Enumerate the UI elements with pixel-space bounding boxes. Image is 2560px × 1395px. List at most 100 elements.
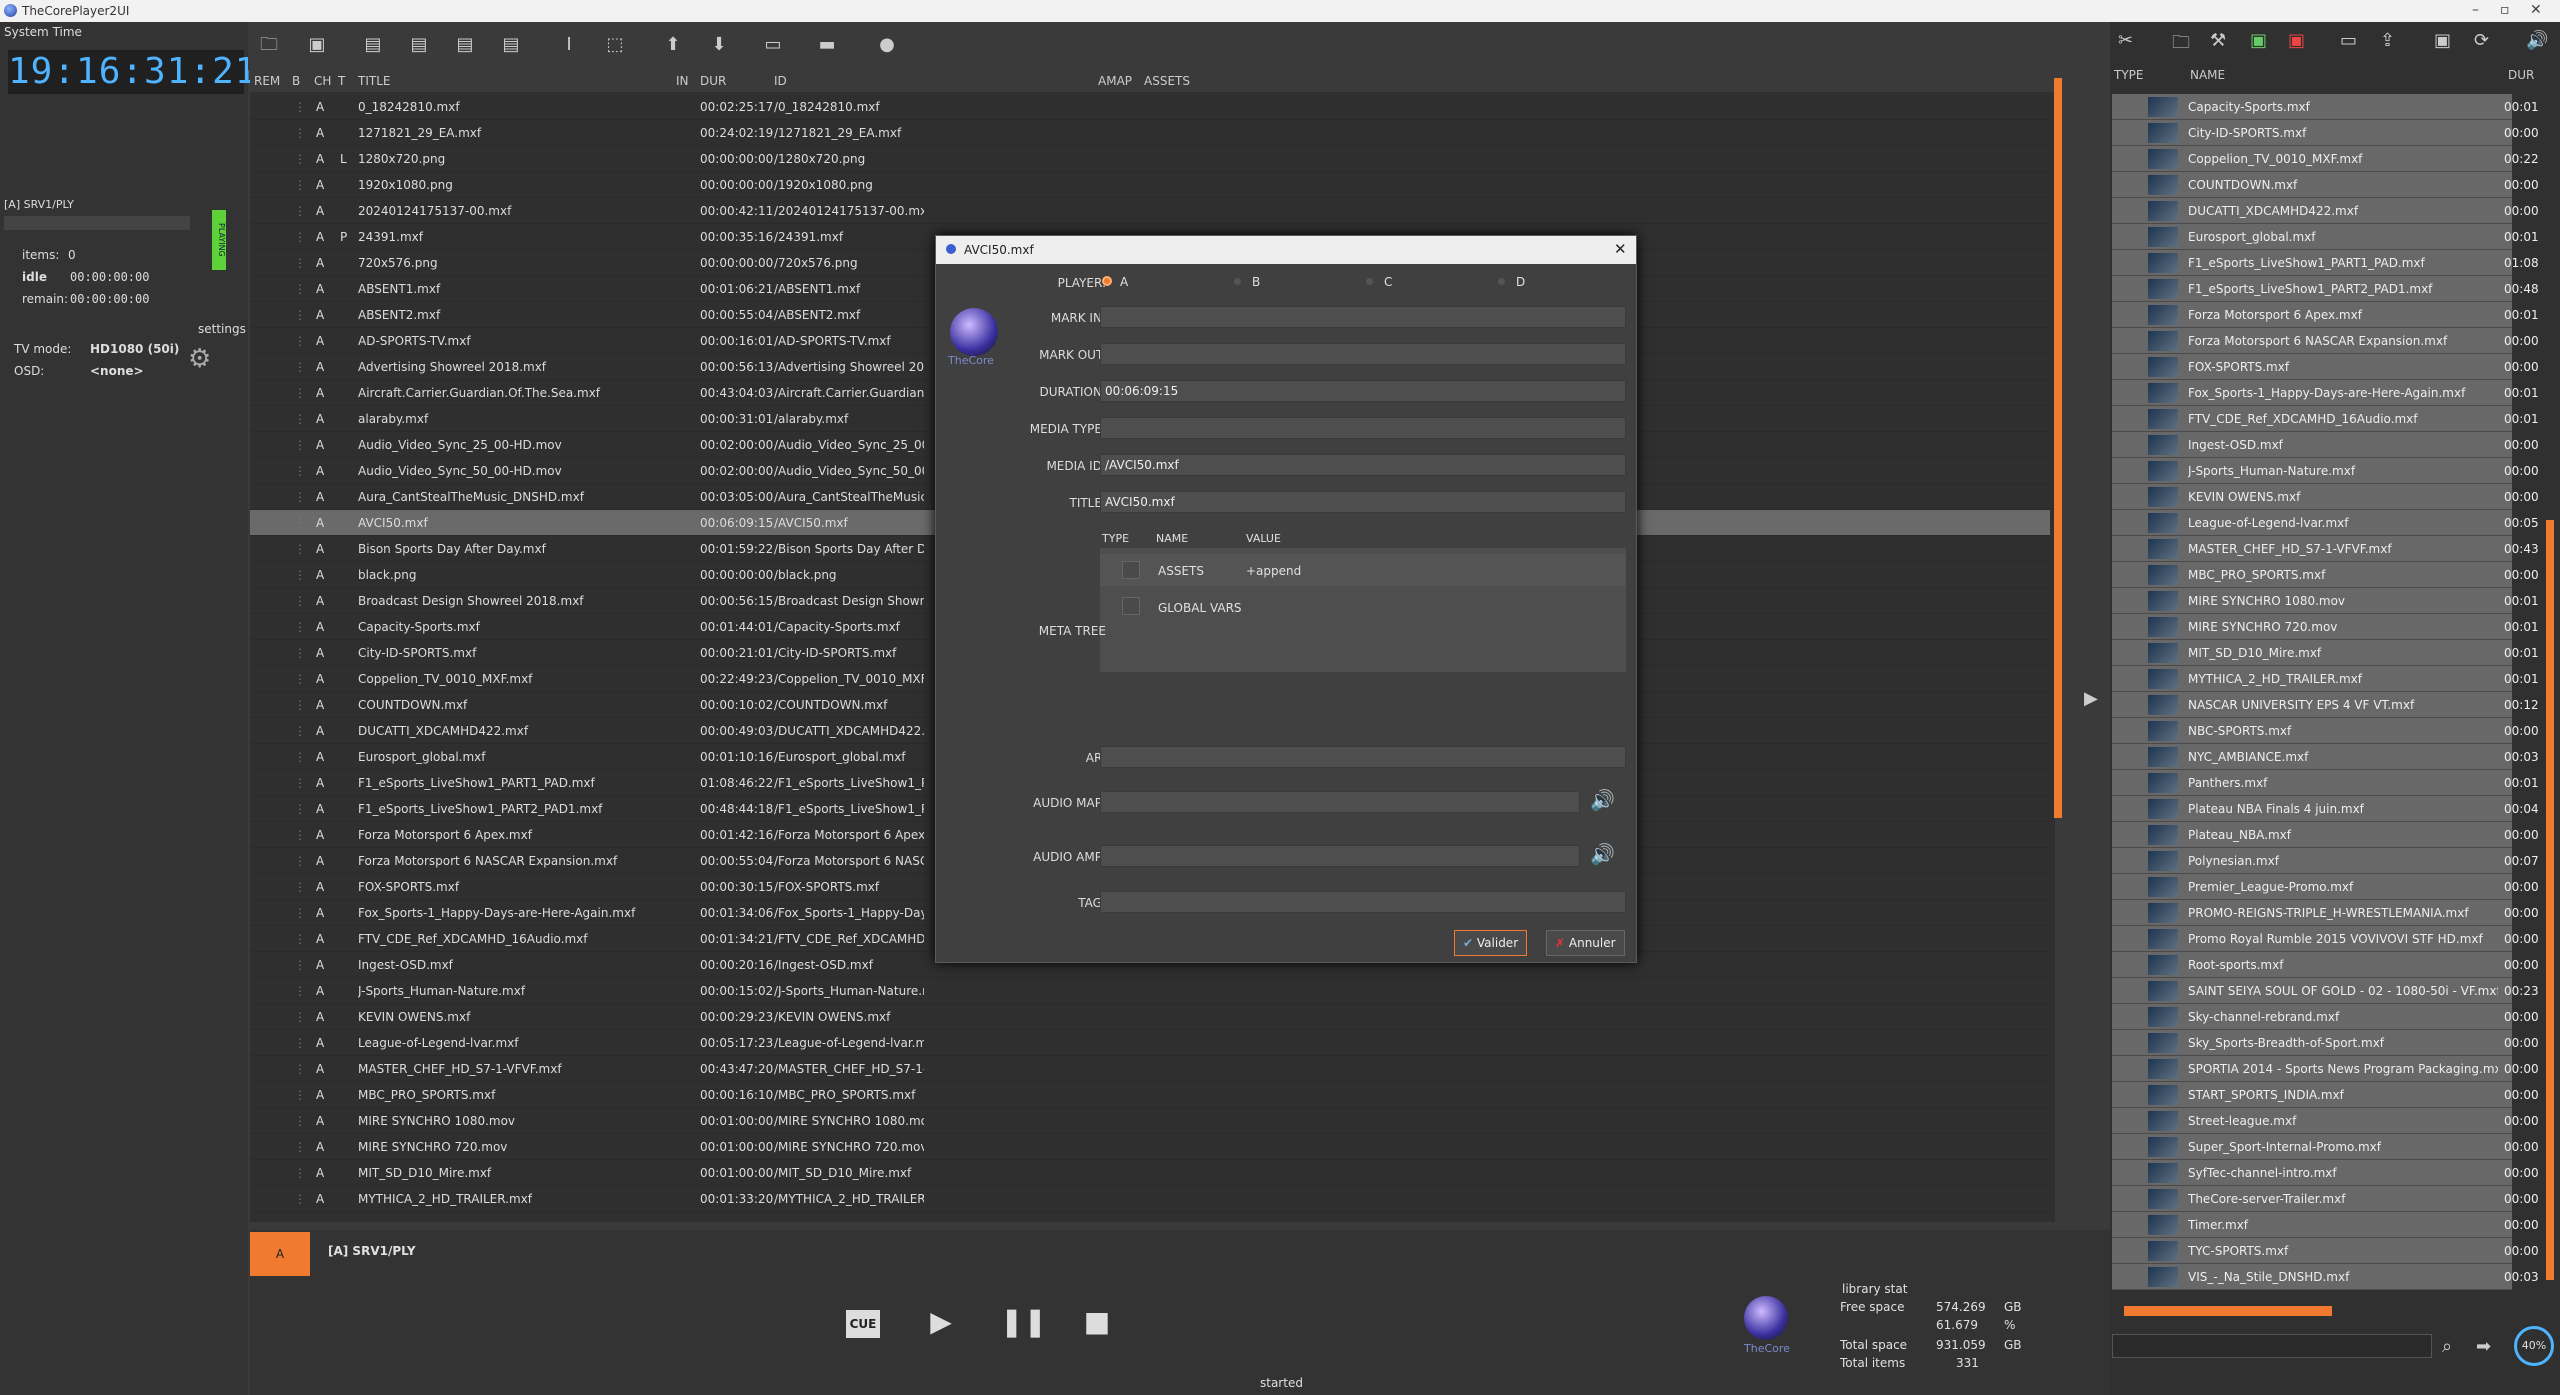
col-id[interactable]: ID <box>774 74 787 88</box>
playlist-row[interactable]: ⋮ A 20240124175137-00.mxf 00:00:42:11/20240… <box>250 198 2050 224</box>
library-row[interactable]: VIS_-_Na_Stile_DNSHD.mxf 00:03 <box>2112 1264 2539 1290</box>
media-type-field[interactable] <box>1100 417 1626 439</box>
tab-a[interactable]: A <box>250 1232 310 1276</box>
library-row[interactable]: Forza Motorsport 6 NASCAR Expansion.mxf 0… <box>2112 328 2539 354</box>
move-up-icon[interactable]: ⬆ <box>660 32 686 58</box>
drag-handle-icon[interactable]: ⋮ <box>294 100 304 114</box>
search-icon[interactable]: ⌕ <box>2442 1336 2452 1357</box>
playlist-row[interactable]: ⋮ A MIT_SD_D10_Mire.mxf 00:01:00:00/MIT_SD_… <box>250 1160 2050 1186</box>
tools-icon[interactable]: ⚒ <box>2210 30 2226 51</box>
library-row[interactable]: MASTER_CHEF_HD_S7-1-VFVF.mxf 00:43 <box>2112 536 2539 562</box>
drag-handle-icon[interactable]: ⋮ <box>294 1088 304 1102</box>
library-row[interactable]: F1_eSports_LiveShow1_PART1_PAD.mxf 01:08 <box>2112 250 2539 276</box>
library-row[interactable]: PROMO-REIGNS-TRIPLE_H-WRESTLEMANIA.mxf 00… <box>2112 900 2539 926</box>
drag-handle-icon[interactable]: ⋮ <box>294 880 304 894</box>
library-row[interactable]: COUNTDOWN.mxf 00:00 <box>2112 172 2539 198</box>
film-add-icon[interactable]: ▤ <box>406 32 432 58</box>
library-row[interactable]: SPORTIA 2014 - Sports News Program Packa… <box>2112 1056 2539 1082</box>
validate-button[interactable]: ✔ Valider <box>1454 930 1528 956</box>
document-icon[interactable]: ▭ <box>760 32 786 58</box>
dialog-close-icon[interactable]: ✕ <box>1614 240 1627 258</box>
folder-icon[interactable]: 🗀 <box>2172 30 2190 60</box>
playlist-row[interactable]: ⋮ A KEVIN OWENS.mxf 00:00:29:23/KEVIN OWENS… <box>250 1004 2050 1030</box>
drag-handle-icon[interactable]: ⋮ <box>294 282 304 296</box>
bulb-icon[interactable]: ● <box>874 32 900 58</box>
drag-handle-icon[interactable]: ⋮ <box>294 1140 304 1154</box>
drag-handle-icon[interactable]: ⋮ <box>294 490 304 504</box>
cancel-button[interactable]: ✗ Annuler <box>1546 930 1625 956</box>
library-row[interactable]: Root-sports.mxf 00:00 <box>2112 952 2539 978</box>
library-row[interactable]: TYC-SPORTS.mxf 00:00 <box>2112 1238 2539 1264</box>
library-row[interactable]: Fox_Sports-1_Happy-Days-are-Here-Again.m… <box>2112 380 2539 406</box>
drag-handle-icon[interactable]: ⋮ <box>294 776 304 790</box>
library-row[interactable]: NASCAR UNIVERSITY EPS 4 VF VT.mxf 00:12 <box>2112 692 2539 718</box>
drag-handle-icon[interactable]: ⋮ <box>294 698 304 712</box>
library-row[interactable]: Super_Sport-Internal-Promo.mxf 00:00 <box>2112 1134 2539 1160</box>
playlist-row[interactable]: ⋮ A MYTHICA_2_HD_TRAILER.mxf 00:01:33:20/MY… <box>250 1186 2050 1212</box>
library-row[interactable]: Promo Royal Rumble 2015 VOVIVOVI STF HD.… <box>2112 926 2539 952</box>
library-row[interactable]: START_SPORTS_INDIA.mxf 00:00 <box>2112 1082 2539 1108</box>
drag-handle-icon[interactable]: ⋮ <box>294 438 304 452</box>
ar-field[interactable] <box>1100 746 1626 768</box>
drag-handle-icon[interactable]: ⋮ <box>294 204 304 218</box>
drag-handle-icon[interactable]: ⋮ <box>294 958 304 972</box>
col-amap[interactable]: AMAP <box>1098 74 1132 88</box>
drag-handle-icon[interactable]: ⋮ <box>294 906 304 920</box>
library-row[interactable]: MIRE SYNCHRO 1080.mov 00:01 <box>2112 588 2539 614</box>
library-row[interactable]: Sky-channel-rebrand.mxf 00:00 <box>2112 1004 2539 1030</box>
library-row[interactable]: Plateau_NBA.mxf 00:00 <box>2112 822 2539 848</box>
arrow-right-icon[interactable]: ➡ <box>2476 1336 2491 1357</box>
drag-handle-icon[interactable]: ⋮ <box>294 646 304 660</box>
drag-handle-icon[interactable]: ⋮ <box>294 230 304 244</box>
drive-icon[interactable]: ▭ <box>2340 30 2357 51</box>
library-row[interactable]: League-of-Legend-lvar.mxf 00:05 <box>2112 510 2539 536</box>
drag-handle-icon[interactable]: ⋮ <box>294 1010 304 1024</box>
audio-map-field[interactable] <box>1100 791 1580 813</box>
col-title[interactable]: TITLE <box>358 74 390 88</box>
playlist-row[interactable]: ⋮ A 1920x1080.png 00:00:00:00/1920x1080.png <box>250 172 2050 198</box>
refresh-icon[interactable]: ⟳ <box>2474 30 2489 51</box>
drag-handle-icon[interactable]: ⋮ <box>294 828 304 842</box>
duration-field[interactable]: 00:06:09:15 <box>1100 380 1626 402</box>
library-row[interactable]: FOX-SPORTS.mxf 00:00 <box>2112 354 2539 380</box>
library-row[interactable]: NBC-SPORTS.mxf 00:00 <box>2112 718 2539 744</box>
library-row[interactable]: Forza Motorsport 6 Apex.mxf 00:01 <box>2112 302 2539 328</box>
tape-icon[interactable]: ▬ <box>814 32 840 58</box>
lib-col-name[interactable]: NAME <box>2190 68 2225 82</box>
drag-handle-icon[interactable]: ⋮ <box>294 308 304 322</box>
drag-handle-icon[interactable]: ⋮ <box>294 802 304 816</box>
title-field[interactable]: AVCI50.mxf <box>1100 491 1626 513</box>
delete-icon[interactable]: ▣ <box>2288 30 2305 51</box>
film-icon[interactable]: ▤ <box>360 32 386 58</box>
drag-handle-icon[interactable]: ⋮ <box>294 724 304 738</box>
cue-button[interactable]: CUE <box>846 1310 880 1338</box>
drag-handle-icon[interactable]: ⋮ <box>294 1036 304 1050</box>
col-t[interactable]: T <box>338 74 345 88</box>
lib-col-dur[interactable]: DUR <box>2508 68 2534 82</box>
playlist-row[interactable]: ⋮ A League-of-Legend-lvar.mxf 00:05:17:23/L… <box>250 1030 2050 1056</box>
playlist-row[interactable]: ⋮ A L 1280x720.png 00:00:00:00/1280x720.png <box>250 146 2050 172</box>
col-assets[interactable]: ASSETS <box>1144 74 1190 88</box>
film-remove-icon[interactable]: ▤ <box>452 32 478 58</box>
library-row[interactable]: Ingest-OSD.mxf 00:00 <box>2112 432 2539 458</box>
library-row[interactable]: NYC_AMBIANCE.mxf 00:03 <box>2112 744 2539 770</box>
audio-amp-speaker-icon[interactable]: 🔊 <box>1590 842 1615 866</box>
mark-out-field[interactable] <box>1100 343 1626 365</box>
library-row[interactable]: Street-league.mxf 00:00 <box>2112 1108 2539 1134</box>
drag-handle-icon[interactable]: ⋮ <box>294 126 304 140</box>
library-row[interactable]: Sky_Sports-Breadth-of-Sport.mxf 00:00 <box>2112 1030 2539 1056</box>
drag-handle-icon[interactable]: ⋮ <box>294 1192 304 1206</box>
play-icon[interactable]: ▶ <box>924 1305 958 1339</box>
settings-label[interactable]: settings <box>198 322 246 336</box>
pause-icon[interactable]: ❚❚ <box>1000 1305 1047 1339</box>
speaker-icon[interactable]: 🔊 <box>2526 30 2548 51</box>
cut-icon[interactable]: ✂ <box>2118 30 2133 51</box>
stop-icon[interactable]: ■ <box>1080 1305 1114 1339</box>
drag-handle-icon[interactable]: ⋮ <box>294 178 304 192</box>
library-row[interactable]: F1_eSports_LiveShow1_PART2_PAD1.mxf 00:48 <box>2112 276 2539 302</box>
col-dur[interactable]: DUR <box>700 74 726 88</box>
drag-handle-icon[interactable]: ⋮ <box>294 256 304 270</box>
lib-col-type[interactable]: TYPE <box>2114 68 2143 82</box>
col-b[interactable]: B <box>292 74 300 88</box>
library-search-input[interactable] <box>2112 1334 2432 1358</box>
